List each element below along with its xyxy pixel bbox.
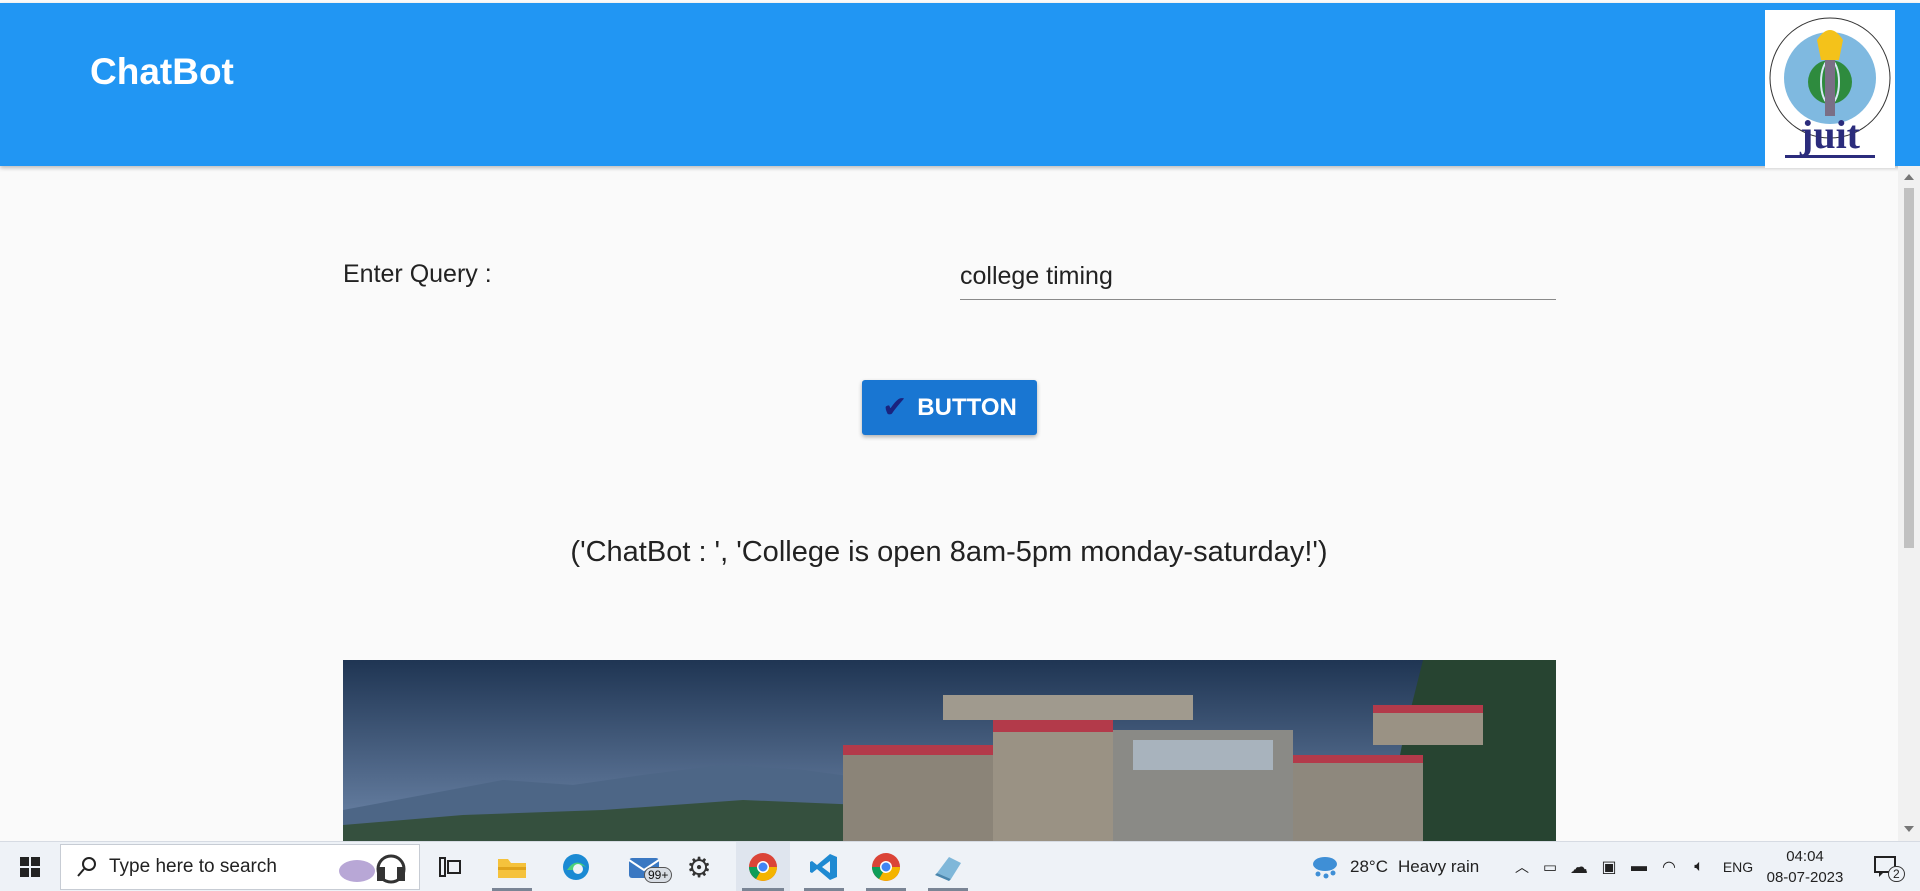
language-indicator[interactable]: ENG bbox=[1720, 842, 1756, 891]
chrome-button-1[interactable] bbox=[736, 842, 790, 891]
system-clock[interactable]: 04:04 08-07-2023 bbox=[1760, 846, 1850, 888]
display-icon[interactable]: ▣ bbox=[1596, 842, 1622, 891]
vscode-icon bbox=[810, 854, 837, 880]
campus-image bbox=[343, 660, 1556, 841]
settings-button[interactable]: ⚙ bbox=[678, 842, 720, 891]
edge-button[interactable] bbox=[550, 842, 602, 891]
gaming-headset-icon bbox=[339, 854, 406, 884]
windows-taskbar: Type here to search 99+ ⚙ 28°C Heavy rai… bbox=[0, 841, 1920, 891]
mail-badge: 99+ bbox=[644, 867, 673, 883]
notifications-button[interactable]: 2 bbox=[1866, 842, 1906, 891]
battery-icon[interactable]: ▬ bbox=[1626, 842, 1652, 891]
show-hidden-icons-button[interactable]: ︿ bbox=[1510, 842, 1534, 891]
checkmark-icon: ✔ bbox=[882, 390, 908, 424]
submit-button-label: BUTTON bbox=[917, 393, 1017, 421]
edge-browser-icon bbox=[563, 854, 589, 880]
submit-button[interactable]: ✔ BUTTON bbox=[862, 380, 1037, 435]
chrome-button-2[interactable] bbox=[860, 842, 912, 891]
juit-logo: juit bbox=[1765, 10, 1895, 168]
task-view-button[interactable] bbox=[428, 842, 474, 891]
scroll-up-icon[interactable] bbox=[1904, 174, 1914, 180]
windows-logo-icon bbox=[20, 857, 40, 877]
search-placeholder: Type here to search bbox=[109, 856, 277, 877]
clock-date: 08-07-2023 bbox=[1766, 869, 1844, 886]
start-button[interactable] bbox=[8, 842, 52, 891]
app-header: ChatBot juit bbox=[0, 3, 1920, 168]
query-label: Enter Query : bbox=[343, 260, 492, 288]
folder-icon bbox=[498, 859, 526, 878]
mail-button[interactable]: 99+ bbox=[614, 842, 674, 891]
search-icon bbox=[77, 857, 96, 877]
file-explorer-button[interactable] bbox=[486, 842, 538, 891]
gear-icon: ⚙ bbox=[686, 851, 712, 883]
chatbot-response: ('ChatBot : ', 'College is open 8am-5pm … bbox=[570, 536, 1328, 568]
page-scrollbar[interactable] bbox=[1898, 166, 1920, 841]
eraser-app-icon bbox=[935, 857, 961, 881]
notification-count: 2 bbox=[1888, 866, 1905, 882]
app-title: ChatBot bbox=[90, 51, 234, 92]
rain-cloud-icon bbox=[1313, 857, 1337, 879]
task-view-icon bbox=[439, 857, 461, 877]
volume-icon[interactable]: 🔈︎ bbox=[1686, 842, 1712, 891]
weather-widget[interactable]: 28°C Heavy rain bbox=[1310, 842, 1490, 891]
clock-time: 04:04 bbox=[1786, 848, 1824, 865]
scroll-down-icon[interactable] bbox=[1904, 826, 1914, 832]
taskbar-search[interactable]: Type here to search bbox=[60, 844, 420, 890]
chevron-up-icon: ︿ bbox=[1515, 859, 1529, 875]
scrollbar-thumb[interactable] bbox=[1904, 188, 1914, 548]
onedrive-icon[interactable]: ☁ bbox=[1566, 842, 1592, 891]
language-label: ENG bbox=[1722, 859, 1754, 875]
wifi-icon[interactable]: ◠ bbox=[1656, 842, 1682, 891]
chrome-icon bbox=[872, 853, 900, 881]
weather-temp: 28°C bbox=[1350, 857, 1388, 876]
query-input[interactable] bbox=[960, 254, 1556, 300]
svg-text:juit: juit bbox=[1799, 112, 1861, 157]
weather-desc: Heavy rain bbox=[1397, 857, 1480, 876]
vscode-button[interactable] bbox=[798, 842, 850, 891]
chrome-icon bbox=[749, 853, 777, 881]
meet-now-icon[interactable]: ▭ bbox=[1538, 842, 1562, 891]
app-button[interactable] bbox=[922, 842, 974, 891]
